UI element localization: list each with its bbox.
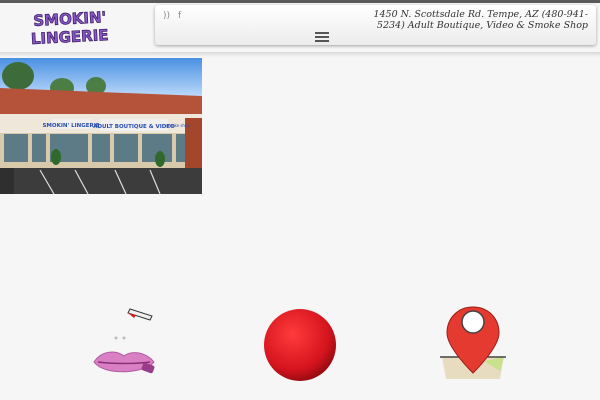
store-sign-1: SMOKIN' LINGERIE [42, 123, 99, 129]
logo-line2: LINGERIE [31, 26, 109, 48]
header-shadow [0, 52, 600, 57]
store-sign-2: ADULT BOUTIQUE & VIDEO [93, 124, 175, 130]
storefront-photo: SMOKIN' LINGERIE ADULT BOUTIQUE & VIDEO … [0, 58, 202, 194]
hamburger-menu-icon[interactable] [315, 32, 329, 42]
red-ball-icon[interactable] [263, 308, 337, 382]
header-bar: )) f 1450 N. Scottsdale Rd. Tempe, AZ (4… [155, 5, 596, 45]
map-pin-icon[interactable] [438, 305, 508, 381]
rss-icon[interactable]: )) [163, 11, 170, 21]
logo[interactable]: SMOKIN' LINGERIE [10, 8, 130, 48]
facebook-icon[interactable]: f [178, 11, 181, 21]
social-links: )) f [163, 11, 181, 21]
store-sign-3: smoke shop [166, 123, 190, 128]
header-address: 1450 N. Scottsdale Rd. Tempe, AZ (480-94… [373, 9, 588, 31]
top-border [0, 0, 600, 3]
lips-lipstick-icon[interactable] [92, 304, 158, 382]
